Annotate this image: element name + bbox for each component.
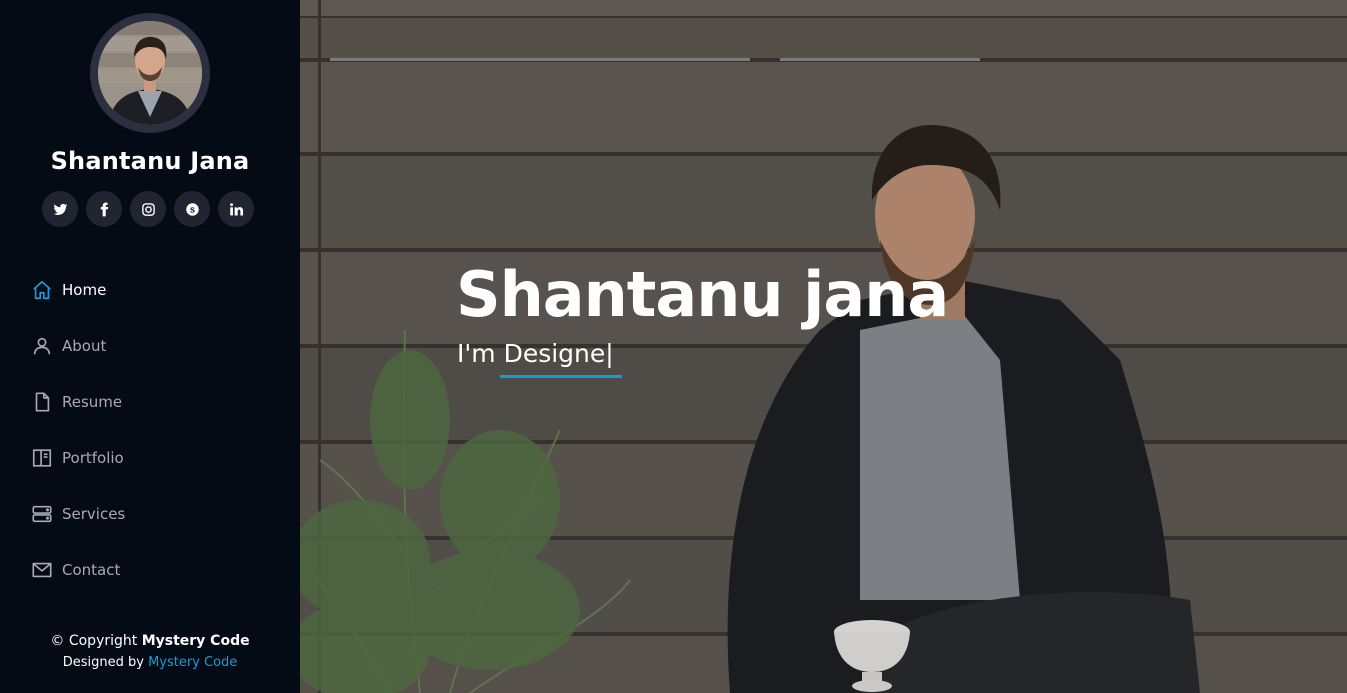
- nav-item-services[interactable]: Services: [30, 486, 125, 542]
- facebook-icon[interactable]: [86, 191, 122, 227]
- hero-section: Shantanu jana I'm Designe|: [300, 0, 1347, 693]
- profile-avatar: [90, 13, 210, 133]
- nav-item-home[interactable]: Home: [30, 262, 125, 318]
- copyright-brand: Mystery Code: [141, 633, 250, 649]
- credits-prefix: Designed by: [62, 655, 144, 670]
- user-icon: [30, 334, 54, 358]
- nav-item-contact[interactable]: Contact: [30, 542, 125, 598]
- server-icon: [30, 502, 54, 526]
- hero-typed-text: Designe: [503, 339, 606, 368]
- file-icon: [30, 390, 54, 414]
- nav-item-label: About: [62, 337, 107, 355]
- typed-cursor: |: [605, 339, 614, 368]
- credits: Designed by Mystery Code: [0, 655, 300, 670]
- hero-title: Shantanu jana: [456, 258, 949, 331]
- copyright-prefix: © Copyright: [50, 633, 138, 649]
- nav-item-label: Contact: [62, 561, 121, 579]
- instagram-icon[interactable]: [130, 191, 166, 227]
- nav-item-label: Home: [62, 281, 107, 299]
- envelope-icon: [30, 558, 54, 582]
- profile-photo: [98, 21, 202, 125]
- copyright: © Copyright Mystery Code: [0, 633, 300, 649]
- hero-subtitle-prefix: I'm: [457, 339, 496, 368]
- nav-item-resume[interactable]: Resume: [30, 374, 125, 430]
- nav-item-label: Portfolio: [62, 449, 124, 467]
- nav-menu: Home About Resume Portfolio Services Con…: [30, 262, 125, 598]
- sidebar: Shantanu Jana Home About Resume Portfoli…: [0, 0, 300, 693]
- book-icon: [30, 446, 54, 470]
- hero-accent-underline: [500, 375, 622, 378]
- hero-subtitle: I'm Designe|: [457, 339, 614, 368]
- nav-item-label: Services: [62, 505, 126, 523]
- sidebar-footer: © Copyright Mystery Code Designed by Mys…: [0, 633, 300, 670]
- linkedin-icon[interactable]: [218, 191, 254, 227]
- home-icon: [30, 278, 54, 302]
- profile-name: Shantanu Jana: [50, 147, 250, 175]
- skype-icon[interactable]: [174, 191, 210, 227]
- nav-item-about[interactable]: About: [30, 318, 125, 374]
- credits-link[interactable]: Mystery Code: [148, 655, 237, 670]
- nav-item-label: Resume: [62, 393, 123, 411]
- nav-item-portfolio[interactable]: Portfolio: [30, 430, 125, 486]
- twitter-icon[interactable]: [42, 191, 78, 227]
- social-links: [42, 191, 254, 227]
